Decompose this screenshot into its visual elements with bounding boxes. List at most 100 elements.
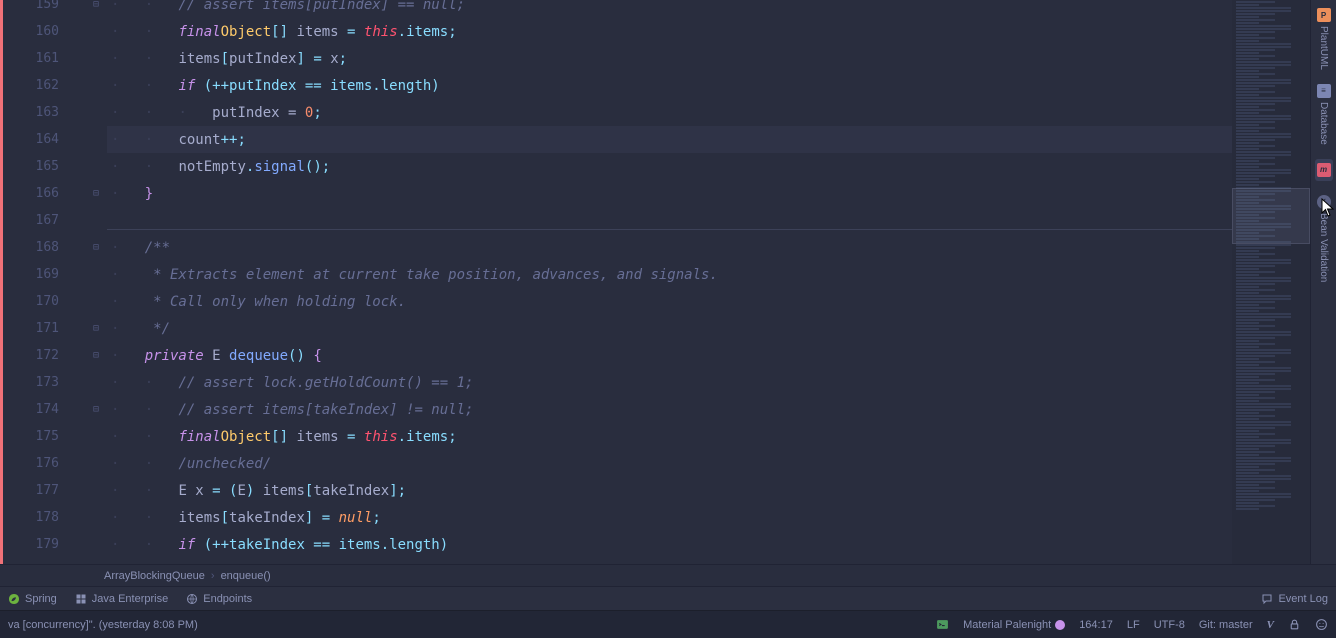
- code-line[interactable]: · */: [107, 315, 1232, 342]
- status-terminal[interactable]: [936, 618, 949, 631]
- code-line[interactable]: · · if (++takeIndex == items.length): [107, 531, 1232, 558]
- code-line[interactable]: · · items[takeIndex] = null;: [107, 504, 1232, 531]
- line-number[interactable]: 177: [36, 477, 59, 504]
- minimap-line: [1236, 100, 1291, 102]
- minimap-line: [1236, 49, 1275, 51]
- code-line[interactable]: · private E dequeue() {: [107, 342, 1232, 369]
- fold-toggle-icon[interactable]: ⊟: [93, 323, 99, 334]
- minimap-line: [1236, 118, 1291, 120]
- minimap-line: [1236, 478, 1291, 480]
- fold-toggle-icon[interactable]: ⊟: [93, 404, 99, 415]
- line-number[interactable]: 161: [36, 45, 59, 72]
- fold-toggle-icon[interactable]: ⊟: [93, 188, 99, 199]
- status-face[interactable]: [1315, 618, 1328, 631]
- minimap-line: [1236, 502, 1259, 504]
- minimap-line: [1236, 310, 1259, 312]
- code-line[interactable]: · · items[putIndex] = x;: [107, 45, 1232, 72]
- minimap-line: [1236, 373, 1275, 375]
- code-line[interactable]: · · /unchecked/: [107, 450, 1232, 477]
- status-lock[interactable]: [1288, 618, 1301, 631]
- tool-database[interactable]: ≡ Database: [1317, 84, 1331, 145]
- right-tool-window-bar: P PlantUML ≡ Database m ✓ Bean Validatio…: [1310, 0, 1336, 564]
- code-line[interactable]: · · // assert lock.getHoldCount() == 1;: [107, 369, 1232, 396]
- status-encoding[interactable]: UTF-8: [1154, 619, 1185, 631]
- fold-toggle-icon[interactable]: ⊟: [93, 0, 99, 10]
- line-number[interactable]: 166: [36, 180, 59, 207]
- line-number[interactable]: 178: [36, 504, 59, 531]
- minimap-line: [1236, 160, 1259, 162]
- status-bar: va [concurrency]". (yesterday 8:08 PM) M…: [0, 610, 1336, 638]
- tool-m[interactable]: m: [1315, 159, 1333, 181]
- line-number[interactable]: 176: [36, 450, 59, 477]
- breadcrumb-method[interactable]: enqueue(): [221, 570, 271, 582]
- code-line[interactable]: · · if (++putIndex == items.length): [107, 72, 1232, 99]
- breadcrumb-class[interactable]: ArrayBlockingQueue: [104, 570, 205, 582]
- tool-bean-validation[interactable]: ✓ Bean Validation: [1317, 195, 1331, 282]
- code-line[interactable]: · · // assert items[takeIndex] != null;: [107, 396, 1232, 423]
- minimap-line: [1236, 433, 1275, 435]
- editor-area[interactable]: 1591601611621631641651661671681691701711…: [0, 0, 1232, 564]
- tool-plantuml[interactable]: P PlantUML: [1317, 8, 1331, 70]
- code-line[interactable]: · · count++;: [107, 126, 1232, 153]
- line-number[interactable]: 160: [36, 18, 59, 45]
- tool-endpoints[interactable]: Endpoints: [186, 593, 252, 605]
- minimap-line: [1236, 76, 1259, 78]
- line-number[interactable]: 169: [36, 261, 59, 288]
- minimap-line: [1236, 259, 1291, 261]
- status-caret[interactable]: 164:17: [1079, 619, 1113, 631]
- minimap-viewport[interactable]: [1232, 188, 1310, 244]
- line-number[interactable]: 165: [36, 153, 59, 180]
- code-line[interactable]: · · final Object[] items = this.items;: [107, 18, 1232, 45]
- line-number[interactable]: 162: [36, 72, 59, 99]
- code-column[interactable]: · · // assert items[putIndex] == null;· …: [107, 0, 1232, 564]
- minimap-line: [1236, 265, 1275, 267]
- minimap-line: [1236, 151, 1291, 153]
- minimap-line: [1236, 322, 1259, 324]
- leaf-icon: [8, 593, 20, 605]
- status-theme[interactable]: Material Palenight: [963, 619, 1065, 631]
- code-line[interactable]: · }: [107, 180, 1232, 207]
- line-number[interactable]: 171: [36, 315, 59, 342]
- code-line[interactable]: · · notEmpty.signal();: [107, 153, 1232, 180]
- line-number[interactable]: 168: [36, 234, 59, 261]
- code-line[interactable]: · * Call only when holding lock.: [107, 288, 1232, 315]
- line-number[interactable]: 163: [36, 99, 59, 126]
- tool-java-enterprise[interactable]: Java Enterprise: [75, 593, 168, 605]
- minimap-line: [1236, 301, 1275, 303]
- tool-event-log[interactable]: Event Log: [1261, 593, 1328, 605]
- line-number[interactable]: 167: [36, 207, 59, 234]
- line-number[interactable]: 175: [36, 423, 59, 450]
- minimap-line: [1236, 82, 1291, 84]
- code-line[interactable]: · · final Object[] items = this.items;: [107, 423, 1232, 450]
- minimap-line: [1236, 409, 1275, 411]
- line-number[interactable]: 174: [36, 396, 59, 423]
- tool-spring[interactable]: Spring: [8, 593, 57, 605]
- minimap-line: [1236, 454, 1259, 456]
- minimap-line: [1236, 421, 1291, 423]
- code-line[interactable]: · * Extracts element at current take pos…: [107, 261, 1232, 288]
- minimap[interactable]: [1232, 0, 1310, 564]
- status-line-ending[interactable]: LF: [1127, 619, 1140, 631]
- line-number[interactable]: 164: [36, 126, 59, 153]
- code-line[interactable]: · /**: [107, 234, 1232, 261]
- fold-toggle-icon[interactable]: ⊟: [93, 242, 99, 253]
- tool-spring-label: Spring: [25, 593, 57, 605]
- code-line[interactable]: · · E x = (E) items[takeIndex];: [107, 477, 1232, 504]
- code-line[interactable]: · · // assert items[putIndex] == null;: [107, 0, 1232, 18]
- fold-column[interactable]: ⊟ ⊟ ⊟ ⊟ ⊟ ⊟: [93, 0, 105, 564]
- minimap-line: [1236, 94, 1259, 96]
- line-number[interactable]: 173: [36, 369, 59, 396]
- minimap-line: [1236, 52, 1259, 54]
- minimap-line: [1236, 121, 1275, 123]
- minimap-line: [1236, 298, 1291, 300]
- code-line[interactable]: · · · putIndex = 0;: [107, 99, 1232, 126]
- status-v[interactable]: V: [1267, 619, 1274, 631]
- status-git[interactable]: Git: master: [1199, 619, 1253, 631]
- line-number[interactable]: 172: [36, 342, 59, 369]
- minimap-line: [1236, 292, 1259, 294]
- line-number[interactable]: 170: [36, 288, 59, 315]
- line-number[interactable]: 179: [36, 531, 59, 558]
- fold-toggle-icon[interactable]: ⊟: [93, 350, 99, 361]
- line-number[interactable]: 159: [36, 0, 59, 18]
- breadcrumb-bar[interactable]: ArrayBlockingQueue › enqueue(): [0, 564, 1336, 586]
